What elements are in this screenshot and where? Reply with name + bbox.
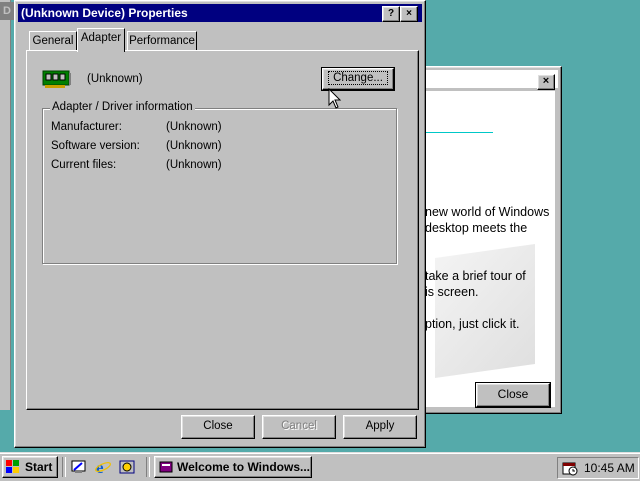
welcome-decoration <box>435 243 535 379</box>
scheduler-icon[interactable] <box>562 460 578 476</box>
start-label: Start <box>25 460 53 474</box>
cancel-button[interactable]: Cancel <box>262 415 336 439</box>
taskbar: Start e Welcome to Windows... 10:45 AM <box>0 452 640 481</box>
welcome-content: new world of Windows desktop meets the t… <box>425 91 555 407</box>
tab-general[interactable]: General <box>29 31 77 51</box>
mouse-cursor-icon <box>328 88 342 109</box>
apply-button[interactable]: Apply <box>343 415 417 439</box>
welcome-close-button[interactable]: Close <box>475 382 551 408</box>
taskbar-item-welcome[interactable]: Welcome to Windows... <box>154 456 312 478</box>
driver-info-group: Adapter / Driver information Manufacture… <box>42 101 397 264</box>
clock[interactable]: 10:45 AM <box>584 461 635 475</box>
network-card-icon <box>42 70 71 88</box>
device-name: (Unknown) <box>87 73 143 85</box>
welcome-text-line: new world of Windows <box>425 205 550 219</box>
taskbar-item-label: Welcome to Windows... <box>177 460 311 474</box>
channels-icon[interactable] <box>118 458 136 476</box>
internet-explorer-icon[interactable]: e <box>94 458 112 476</box>
welcome-text-line: desktop meets the <box>425 221 528 235</box>
adapter-tab-panel: (Unknown) Change... Adapter / Driver inf… <box>26 50 419 410</box>
start-button[interactable]: Start <box>2 456 58 478</box>
taskbar-separator <box>146 457 150 477</box>
change-button[interactable]: Change... <box>321 67 395 91</box>
welcome-text-line: ption, just click it. <box>425 317 520 331</box>
welcome-book-icon <box>159 461 173 473</box>
current-files-label: Current files: <box>51 159 117 171</box>
system-tray: 10:45 AM <box>557 457 639 479</box>
welcome-titlebar: × <box>422 70 558 90</box>
change-button-label: Change... <box>328 71 388 85</box>
tab-adapter[interactable]: Adapter <box>77 28 125 52</box>
windows-logo-icon <box>6 460 19 473</box>
welcome-close-icon[interactable]: × <box>537 74 555 90</box>
software-version-label: Software version: <box>51 140 140 152</box>
manufacturer-label: Manufacturer: <box>51 121 122 133</box>
help-button[interactable]: ? <box>382 6 400 22</box>
close-button[interactable]: Close <box>181 415 255 439</box>
group-title: Adapter / Driver information <box>50 101 195 113</box>
manufacturer-value: (Unknown) <box>166 121 222 133</box>
welcome-text-line: take a brief tour of <box>425 269 526 283</box>
welcome-window: × new world of Windows desktop meets the… <box>418 66 562 414</box>
tab-performance[interactable]: Performance <box>127 31 197 51</box>
current-files-value: (Unknown) <box>166 159 222 171</box>
background-window-title: D <box>0 2 14 20</box>
software-version-value: (Unknown) <box>166 140 222 152</box>
taskbar-separator <box>62 457 66 477</box>
close-icon[interactable]: × <box>400 6 418 22</box>
properties-dialog: (Unknown Device) Properties ? × General … <box>14 0 426 448</box>
dialog-title: (Unknown Device) Properties <box>21 6 188 20</box>
background-window-edge <box>0 0 11 410</box>
welcome-divider <box>425 132 493 133</box>
dialog-titlebar[interactable]: (Unknown Device) Properties ? × <box>18 4 422 22</box>
welcome-text-line: is screen. <box>425 285 479 299</box>
desktop-icon[interactable] <box>70 458 88 476</box>
